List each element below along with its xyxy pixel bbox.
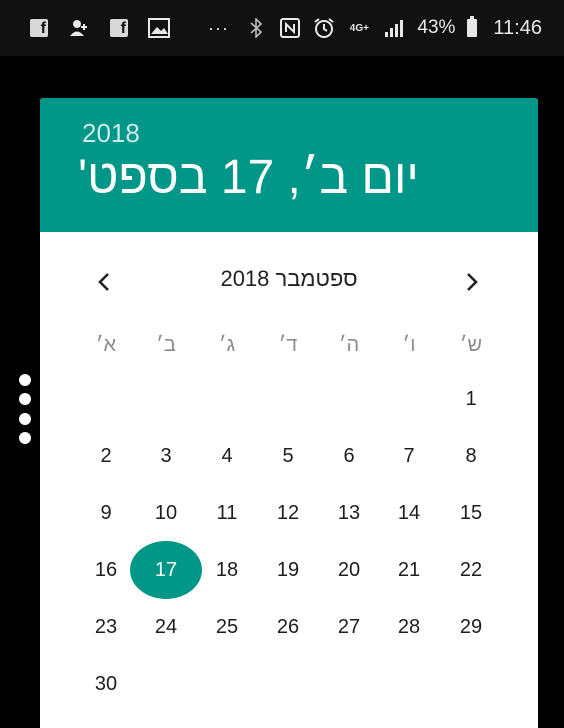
system-icons: 4G+ 43% 11:46: [245, 14, 542, 42]
clock: 11:46: [493, 16, 542, 39]
notification-icons: f f ···: [28, 14, 229, 42]
facebook-icon: f: [28, 17, 50, 39]
day-cell[interactable]: 20: [319, 545, 379, 595]
handle-dot: [19, 374, 31, 386]
day-cell[interactable]: 13: [319, 488, 379, 538]
day-cell[interactable]: 12: [258, 488, 318, 538]
day-cell[interactable]: 26: [258, 602, 318, 652]
week-row: 9 10 11 12 13 14 15: [40, 488, 538, 538]
day-cell[interactable]: 27: [319, 602, 379, 652]
weekday-label: ג׳: [218, 334, 236, 356]
day-cell[interactable]: 25: [197, 602, 257, 652]
week-row: 2 3 4 5 6 7 8: [40, 431, 538, 481]
day-cell[interactable]: 28: [379, 602, 439, 652]
more-notifications: ···: [208, 17, 229, 38]
day-cell[interactable]: 3: [136, 431, 196, 481]
day-cell[interactable]: 8: [441, 431, 501, 481]
status-bar: f f ··· 4G+ 43% 11:46: [0, 0, 564, 56]
day-cell[interactable]: 18: [197, 545, 257, 595]
header-year[interactable]: 2018: [82, 118, 140, 149]
day-cell[interactable]: 15: [441, 488, 501, 538]
weekday-label: א׳: [95, 334, 117, 356]
day-cell[interactable]: 24: [136, 602, 196, 652]
edge-panel-handle[interactable]: [18, 374, 32, 444]
battery-icon: [467, 16, 478, 37]
day-cell[interactable]: 19: [258, 545, 318, 595]
day-cell[interactable]: 16: [76, 545, 136, 595]
week-row: 1: [40, 374, 538, 424]
weekday-label: ש׳: [459, 334, 483, 356]
weekday-label: ד׳: [278, 334, 298, 356]
weekday-label: ה׳: [338, 334, 360, 356]
date-picker-dialog: 2018 יום ב׳, 17 בספט' ספטמבר 2018 א׳ ב׳ …: [40, 98, 538, 728]
weekday-header: א׳ ב׳ ג׳ ד׳ ה׳ ו׳ ש׳: [40, 334, 538, 364]
next-month-button[interactable]: [454, 264, 490, 300]
alarm-icon: [313, 17, 335, 39]
week-row: 16 17 18 19 20 21 22: [40, 541, 538, 599]
chevron-right-icon: [467, 273, 478, 291]
gallery-icon: [148, 17, 170, 39]
battery-percent: 43%: [417, 17, 456, 38]
day-cell-selected[interactable]: 17: [130, 541, 202, 599]
weekday-label: ו׳: [402, 334, 416, 356]
day-cell[interactable]: 9: [76, 488, 136, 538]
handle-dot: [19, 393, 31, 406]
network-type-label: 4G+: [349, 22, 369, 34]
day-cell[interactable]: 2: [76, 431, 136, 481]
day-cell[interactable]: 21: [379, 545, 439, 595]
facebook-icon: f: [108, 17, 130, 39]
signal-icon: [383, 17, 405, 39]
handle-dot: [19, 431, 31, 444]
screen: f f ··· 4G+ 43% 11:46 2018 יום ב׳, 17 בס…: [0, 0, 564, 728]
date-picker-header: 2018 יום ב׳, 17 בספט': [40, 98, 538, 232]
day-cell[interactable]: 5: [258, 431, 318, 481]
handle-dot: [19, 412, 31, 425]
week-row: 30: [40, 659, 538, 709]
day-cell[interactable]: 6: [319, 431, 379, 481]
day-cell[interactable]: 10: [136, 488, 196, 538]
network-icon: 4G+: [347, 17, 371, 39]
day-cell[interactable]: 7: [379, 431, 439, 481]
weekday-label: ב׳: [156, 334, 176, 356]
day-cell[interactable]: 4: [197, 431, 257, 481]
day-cell[interactable]: 11: [197, 488, 257, 538]
day-cell[interactable]: 30: [76, 659, 136, 709]
day-cell[interactable]: 29: [441, 602, 501, 652]
day-cell[interactable]: 1: [441, 374, 501, 424]
day-cell[interactable]: 22: [441, 545, 501, 595]
month-navigation: ספטמבר 2018: [40, 264, 538, 300]
day-cell[interactable]: 14: [379, 488, 439, 538]
header-selected-date[interactable]: יום ב׳, 17 בספט': [78, 150, 419, 205]
week-row: 23 24 25 26 27 28 29: [40, 602, 538, 652]
day-cell[interactable]: 23: [76, 602, 136, 652]
add-person-icon: [68, 17, 90, 39]
nfc-icon: [279, 17, 301, 39]
bluetooth-icon: [245, 17, 267, 39]
